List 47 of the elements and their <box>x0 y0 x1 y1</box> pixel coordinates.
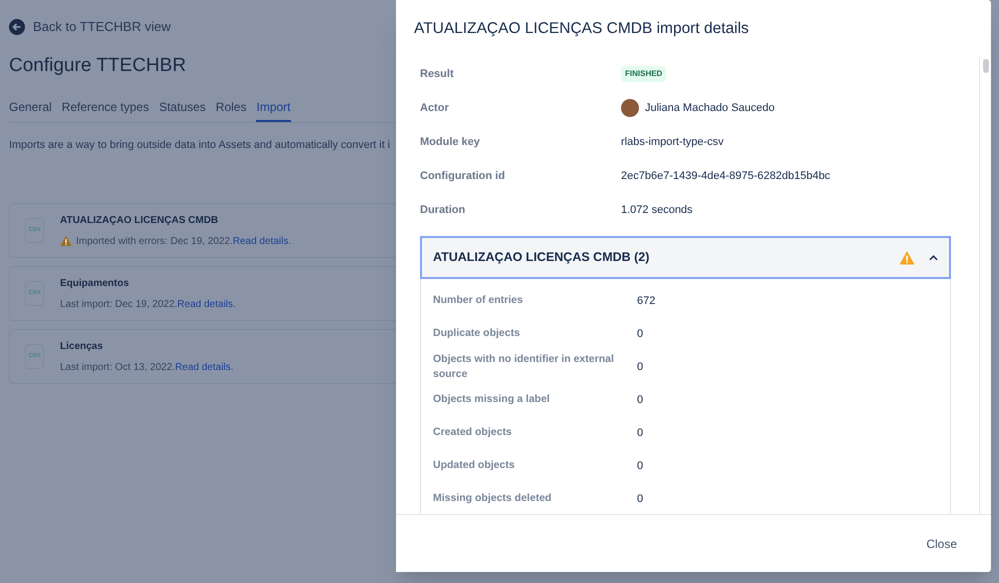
tab[interactable]: Statuses <box>159 98 206 122</box>
import-name: Equipamentos <box>60 276 130 291</box>
stat-label: Objects missing a label <box>433 392 551 408</box>
stat-value: 0 <box>637 492 644 506</box>
back-link[interactable]: Back to TTECHBR view <box>33 17 171 36</box>
detail-value: 1.072 seconds <box>621 202 693 218</box>
close-button[interactable]: Close <box>918 530 965 556</box>
detail-label: Actor <box>420 100 450 116</box>
stat-value: 0 <box>637 458 644 474</box>
detail-label: Module key <box>420 134 481 150</box>
detail-value: 2ec7b6e7-1439-4de4-8975-6282db15b4bc <box>621 168 830 184</box>
detail-value: rlabs-import-type-csv <box>621 134 724 150</box>
tab[interactable]: General <box>9 98 52 122</box>
import-status: Last import: Oct 13, 2022. <box>60 360 176 375</box>
stat-label: Objects with no identifier in external source <box>433 352 615 382</box>
detail-label: Configuration id <box>420 168 506 184</box>
stat-value: 0 <box>637 360 644 374</box>
detail-value: Juliana Machado Saucedo <box>645 100 775 116</box>
import-status: Last import: Dec 19, 2022. <box>60 298 178 312</box>
warning-icon <box>60 235 72 248</box>
stat-label: Duplicate objects <box>433 326 521 342</box>
import-name: ATUALIZAÇAO LICENÇAS CMDB <box>60 214 220 228</box>
chevron-up-icon <box>929 254 938 261</box>
page-title: Configure TTECHBR <box>9 54 188 78</box>
stat-value: 0 <box>637 326 644 342</box>
stat-value: 672 <box>637 294 656 308</box>
tab[interactable]: Import <box>256 98 290 122</box>
section-header[interactable]: ATUALIZAÇAO LICENÇAS CMDB (2) <box>420 236 951 280</box>
tab[interactable]: Roles <box>216 98 246 122</box>
stat-value: 0 <box>637 426 644 440</box>
description-text: Imports are a way to bring outside data into Assets and automatically convert it i <box>9 138 392 153</box>
read-details-link[interactable]: Read details. <box>232 234 292 249</box>
detail-label: Result <box>420 66 455 82</box>
status-lozenge: FINISHED <box>621 66 666 82</box>
import-status: Imported with errors: Dec 19, 2022. <box>76 234 233 249</box>
tab[interactable]: Reference types <box>62 98 150 122</box>
avatar <box>621 98 639 117</box>
stat-value: 0 <box>637 392 644 408</box>
read-details-link[interactable]: Read details. <box>175 360 234 375</box>
stat-label: Updated objects <box>433 458 516 474</box>
stat-label: Created objects <box>433 425 513 440</box>
dialog-title: ATUALIZAÇAO LICENÇAS CMDB import details <box>413 19 750 39</box>
detail-label: Duration <box>420 202 466 218</box>
stat-label: Missing objects deleted <box>433 491 552 506</box>
stat-label: Number of entries <box>433 293 524 308</box>
import-name: Licenças <box>60 340 104 354</box>
read-details-link[interactable]: Read details. <box>177 296 236 312</box>
